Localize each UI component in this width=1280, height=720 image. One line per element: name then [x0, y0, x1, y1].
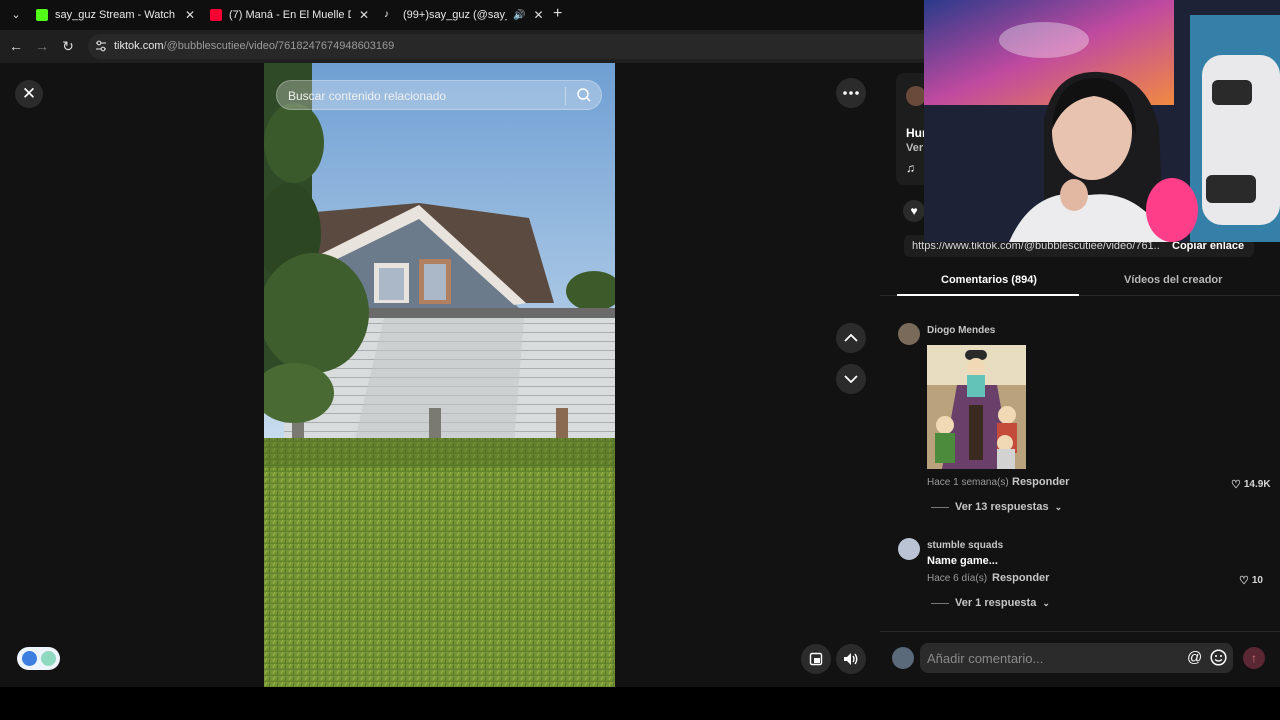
browser-tab-kick[interactable]: say_guz Stream - Watch Live on ✕ — [36, 4, 195, 26]
replies-dash — [931, 602, 949, 604]
browser-tab-youtube[interactable]: (7) Maná - En El Muelle De San ✕ — [210, 4, 369, 26]
close-video-button[interactable]: ✕ — [15, 80, 43, 108]
pip-icon — [809, 652, 823, 666]
chevron-down-icon: ⌄ — [1054, 501, 1063, 512]
more-dots-icon — [843, 91, 859, 95]
tiktok-favicon-icon: ♪ — [384, 9, 389, 20]
tab-creator-videos[interactable]: Vídeos del creador — [1124, 274, 1222, 286]
comment-like-button[interactable]: ♡ 10 — [1239, 574, 1263, 587]
like-heart-icon[interactable]: ♥ — [903, 200, 925, 222]
comment-like-button[interactable]: ♡ 14.9K — [1231, 478, 1271, 491]
url-text: tiktok.com/@bubblescutiee/video/76182476… — [114, 40, 394, 52]
heart-outline-icon: ♡ — [1231, 479, 1241, 491]
music-note-icon[interactable]: ♫ — [906, 161, 915, 175]
address-bar[interactable]: tiktok.com/@bubblescutiee/video/76182476… — [88, 34, 948, 59]
webcam-overlay — [924, 0, 1280, 242]
webcam-scene — [924, 0, 1280, 242]
mention-at-icon[interactable]: @ — [1187, 649, 1202, 666]
forward-arrow-icon[interactable]: → — [34, 38, 50, 54]
post-see-more[interactable]: Ver — [906, 142, 923, 154]
user-avatar[interactable] — [892, 647, 914, 669]
bottom-strip — [0, 687, 1280, 720]
youtube-favicon-icon — [210, 9, 222, 21]
site-settings-icon[interactable] — [94, 39, 108, 53]
url-path: /@bubblescutiee/video/761824767494860316… — [163, 40, 395, 52]
comment-reply-button[interactable]: Responder — [1012, 476, 1069, 488]
view-replies-label: Ver 1 respuesta — [955, 597, 1037, 609]
tab-close-icon[interactable]: ✕ — [533, 8, 543, 22]
comment-time: Hace 6 día(s) — [927, 573, 988, 584]
related-search-placeholder[interactable]: Buscar contenido relacionado — [288, 89, 446, 103]
tab-close-icon[interactable]: ✕ — [185, 8, 195, 22]
miniplayer-button[interactable] — [801, 644, 831, 674]
comment-reply-button[interactable]: Responder — [992, 572, 1049, 584]
new-tab-button[interactable]: + — [553, 5, 562, 23]
comment-avatar[interactable] — [898, 323, 920, 345]
video-frame-scene — [264, 63, 615, 687]
search-icon[interactable] — [576, 87, 592, 103]
tab-title: (99+)say_guz (@say_guz) | Tik — [403, 9, 507, 21]
comment-avatar[interactable] — [898, 538, 920, 560]
video-player[interactable] — [264, 63, 615, 687]
tab-search-icon[interactable]: ⌄ — [8, 7, 24, 23]
url-domain: tiktok.com — [114, 40, 164, 52]
tab-close-icon[interactable]: ✕ — [359, 8, 369, 22]
heart-outline-icon: ♡ — [1239, 575, 1249, 587]
comment-like-count: 10 — [1251, 575, 1263, 586]
comment-author[interactable]: Diogo Mendes — [927, 325, 995, 336]
search-divider — [565, 87, 566, 105]
back-arrow-icon[interactable]: ← — [8, 38, 24, 54]
chevron-down-icon — [844, 375, 858, 383]
chevron-down-icon: ⌄ — [1042, 597, 1050, 608]
comment-author[interactable]: stumble squads — [927, 540, 1003, 551]
speaker-icon — [844, 653, 858, 665]
volume-button[interactable] — [836, 644, 866, 674]
power-icon — [41, 651, 56, 666]
active-tab-indicator — [897, 294, 1079, 296]
view-replies-label: Ver 13 respuestas — [955, 501, 1049, 513]
tab-audio-icon[interactable]: 🔊 — [513, 10, 525, 21]
kick-favicon-icon — [36, 9, 48, 21]
comment-time: Hace 1 semana(s) — [927, 477, 1009, 488]
comment-text: Name game... — [927, 555, 998, 567]
tab-comments[interactable]: Comentarios (894) — [941, 274, 1037, 286]
view-replies-button[interactable]: Ver 1 respuesta ⌄ — [931, 597, 1050, 609]
browser-tab-tiktok[interactable]: ♪ (99+)say_guz (@say_guz) | Tik 🔊 ✕ — [384, 4, 544, 26]
replies-dash — [931, 506, 949, 508]
panel-tabs: Comentarios (894) Vídeos del creador — [880, 266, 1280, 296]
extension-widget[interactable] — [17, 647, 60, 670]
more-options-button[interactable] — [836, 78, 866, 108]
extension-icon — [22, 651, 37, 666]
next-video-button[interactable] — [836, 364, 866, 394]
comment-like-count: 14.9K — [1243, 479, 1271, 490]
comment-gif-image[interactable] — [927, 345, 1026, 469]
reload-icon[interactable]: ↻ — [60, 38, 76, 54]
chevron-up-icon — [844, 334, 858, 342]
author-avatar[interactable] — [906, 86, 926, 106]
view-replies-button[interactable]: Ver 13 respuestas ⌄ — [931, 501, 1062, 513]
related-search-bar[interactable]: Buscar contenido relacionado — [276, 80, 602, 110]
emoji-icon[interactable] — [1210, 649, 1227, 666]
tab-title: (7) Maná - En El Muelle De San — [229, 9, 351, 21]
previous-video-button[interactable] — [836, 323, 866, 353]
send-arrow-icon[interactable]: ↑ — [1243, 647, 1265, 669]
tab-title: say_guz Stream - Watch Live on — [55, 9, 177, 21]
